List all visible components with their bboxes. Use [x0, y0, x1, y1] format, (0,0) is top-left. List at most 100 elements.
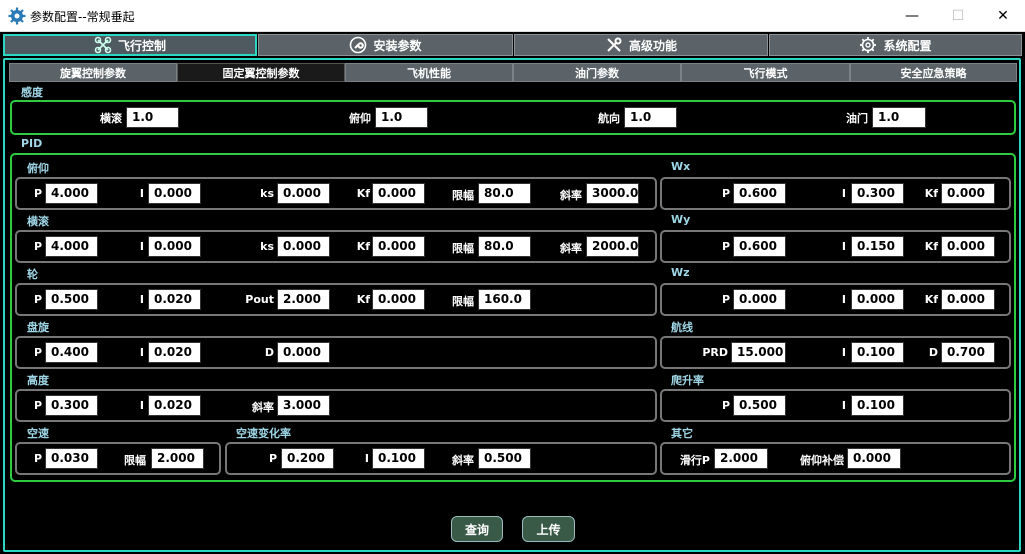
tab-flight-control[interactable]: 飞行控制: [3, 34, 257, 56]
subtab-fixedwing-params[interactable]: 固定翼控制参数: [177, 63, 345, 82]
airspeed-p-field[interactable]: 0.030: [45, 448, 98, 469]
pitch-comp-label: 俯仰补偿: [800, 454, 844, 467]
wy-label: Wy: [671, 213, 691, 226]
airspeed-limit-field[interactable]: 2.000: [151, 448, 204, 469]
taxi-p-field[interactable]: 2.000: [714, 448, 768, 469]
pitch-i-field[interactable]: 0.000: [148, 183, 201, 204]
wy-kf-field[interactable]: 0.000: [941, 236, 995, 257]
wz-kf-field[interactable]: 0.000: [941, 289, 995, 310]
pitch-p-field[interactable]: 4.000: [45, 183, 98, 204]
pitch-limit-field[interactable]: 80.0: [478, 183, 531, 204]
climb-p-field[interactable]: 0.500: [733, 395, 786, 416]
pid-label: PID: [21, 137, 43, 150]
route-d-field[interactable]: 0.700: [941, 342, 995, 363]
roll-i-label: I: [139, 240, 144, 253]
wy-i-field[interactable]: 0.150: [851, 236, 904, 257]
pitch-slope-field[interactable]: 3000.0: [586, 183, 639, 204]
altitude-pid-label: 高度: [27, 374, 49, 387]
wx-i-field[interactable]: 0.300: [851, 183, 904, 204]
wrench-icon: [350, 36, 367, 54]
pitch-p-label: P: [33, 187, 42, 200]
other-label: 其它: [671, 427, 693, 440]
subtab-rotor-params[interactable]: 旋翼控制参数: [9, 63, 177, 82]
pitch-comp-field[interactable]: 0.000: [847, 448, 901, 469]
altitude-p-label: P: [33, 399, 42, 412]
wheel-p-field[interactable]: 0.500: [45, 289, 98, 310]
roll-slope-field[interactable]: 2000.0: [586, 236, 639, 257]
pitch-ks-field[interactable]: 0.000: [277, 183, 330, 204]
pitch-sens-field[interactable]: 1.0: [375, 107, 428, 128]
wx-kf-field[interactable]: 0.000: [941, 183, 995, 204]
wy-p-field[interactable]: 0.600: [733, 236, 786, 257]
window-title: 参数配置--常规垂起: [30, 10, 135, 24]
roll-ks-label: ks: [260, 240, 274, 253]
airspeed-rate-slope-field[interactable]: 0.500: [478, 448, 531, 469]
wz-kf-label: Kf: [924, 293, 938, 306]
circle-d-field[interactable]: 0.000: [277, 342, 330, 363]
wz-p-field[interactable]: 0.000: [733, 289, 786, 310]
climb-i-field[interactable]: 0.100: [851, 395, 904, 416]
circle-d-label: D: [264, 346, 274, 359]
roll-limit-field[interactable]: 80.0: [478, 236, 531, 257]
airspeed-limit-label: 限幅: [124, 454, 146, 467]
wheel-i-field[interactable]: 0.020: [148, 289, 201, 310]
wheel-i-label: I: [139, 293, 144, 306]
gear-icon: [860, 37, 877, 53]
tab-label: 系统配置: [883, 38, 932, 53]
climb-label: 爬升率: [671, 374, 704, 387]
maximize-button[interactable]: ☐: [935, 0, 981, 32]
yaw-sens-label: 航向: [598, 112, 620, 125]
throttle-sens-field[interactable]: 1.0: [872, 107, 926, 128]
throttle-sens-label: 油门: [846, 112, 868, 125]
airspeed-rate-p-field[interactable]: 0.200: [281, 448, 334, 469]
altitude-p-field[interactable]: 0.300: [45, 395, 98, 416]
subtab-aircraft-performance[interactable]: 飞机性能: [345, 63, 513, 82]
roll-ks-field[interactable]: 0.000: [277, 236, 330, 257]
wz-i-field[interactable]: 0.000: [851, 289, 904, 310]
wx-p-field[interactable]: 0.600: [733, 183, 786, 204]
query-button[interactable]: 查询: [451, 516, 503, 542]
roll-p-field[interactable]: 4.000: [45, 236, 98, 257]
airspeed-rate-i-label: I: [364, 452, 369, 465]
wy-kf-label: Kf: [924, 240, 938, 253]
airspeed-pid-label: 空速: [27, 427, 49, 440]
pitch-slope-label: 斜率: [560, 189, 582, 202]
tab-label: 飞行控制: [117, 38, 166, 53]
pitch-kf-field[interactable]: 0.000: [372, 183, 425, 204]
route-prd-label: PRD: [702, 346, 728, 359]
tab-install-params[interactable]: 安装参数: [258, 34, 513, 56]
route-i-label: I: [841, 346, 846, 359]
circle-i-field[interactable]: 0.020: [148, 342, 201, 363]
circle-p-field[interactable]: 0.400: [45, 342, 98, 363]
close-button[interactable]: ✕: [980, 0, 1025, 32]
roll-kf-field[interactable]: 0.000: [372, 236, 425, 257]
airspeed-rate-i-field[interactable]: 0.100: [372, 448, 425, 469]
circle-pid-box: [15, 336, 657, 369]
subtab-safety-strategy[interactable]: 安全应急策略: [850, 63, 1017, 82]
wz-p-label: P: [721, 293, 730, 306]
tab-system-config[interactable]: 系统配置: [769, 34, 1022, 56]
minimize-button[interactable]: —: [889, 0, 935, 32]
subtab-throttle-params[interactable]: 油门参数: [513, 63, 681, 82]
wheel-kf-label: Kf: [356, 293, 370, 306]
upload-button[interactable]: 上传: [522, 516, 575, 542]
altitude-pid-box: [15, 389, 657, 422]
altitude-slope-field[interactable]: 3.000: [277, 395, 330, 416]
route-label: 航线: [671, 321, 693, 334]
airspeed-rate-label: 空速变化率: [236, 427, 291, 440]
yaw-sens-field[interactable]: 1.0: [624, 107, 677, 128]
tab-label: 高级功能: [628, 38, 677, 53]
wheel-limit-field[interactable]: 160.0: [478, 289, 531, 310]
roll-sens-field[interactable]: 1.0: [126, 107, 179, 128]
roll-i-field[interactable]: 0.000: [148, 236, 201, 257]
airspeed-p-label: P: [33, 452, 42, 465]
route-i-field[interactable]: 0.100: [851, 342, 904, 363]
main-content: 飞行控制 安装参数 高级功能 系统配置 旋翼控制参数 固定翼控制参数 飞机性能 …: [0, 32, 1025, 554]
tab-advanced[interactable]: 高级功能: [514, 34, 768, 56]
wheel-kf-field[interactable]: 0.000: [372, 289, 425, 310]
altitude-i-field[interactable]: 0.020: [148, 395, 201, 416]
wheel-pout-field[interactable]: 2.000: [277, 289, 330, 310]
route-prd-field[interactable]: 15.000: [731, 342, 786, 363]
subtab-flight-mode[interactable]: 飞行模式: [681, 63, 850, 82]
circle-i-label: I: [139, 346, 144, 359]
